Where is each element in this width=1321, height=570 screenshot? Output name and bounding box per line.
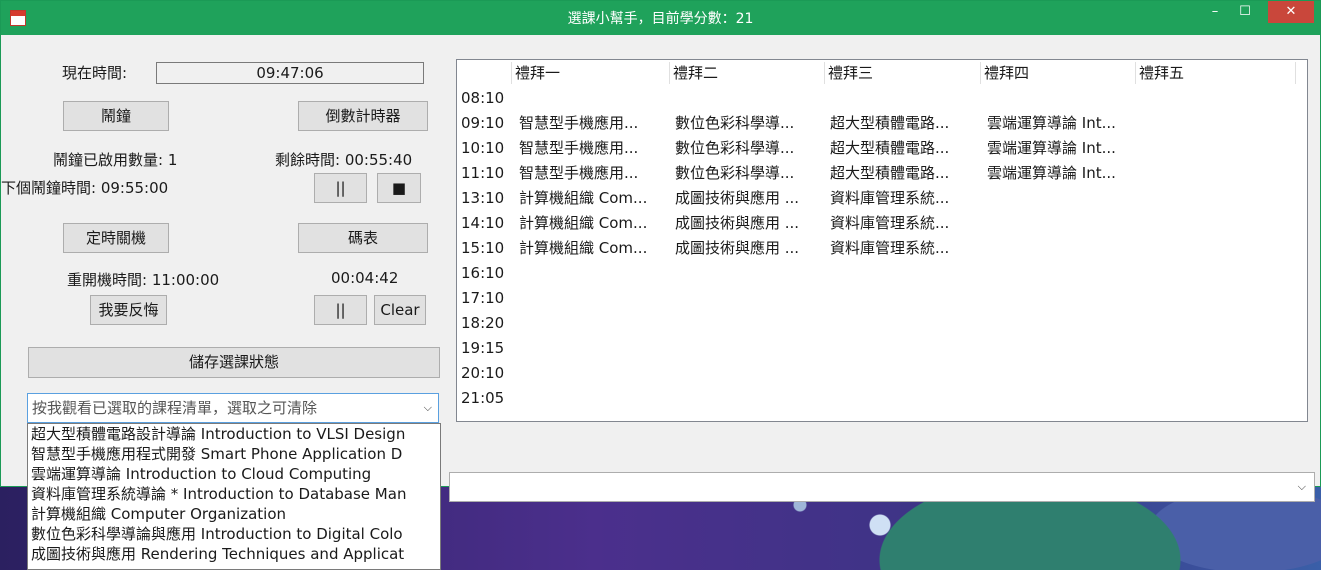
course-cell[interactable]: 數位色彩科學導...	[675, 136, 794, 161]
remaining-time-label: 剩餘時間: 00:55:40	[275, 151, 413, 169]
schedule-row[interactable]: 11:10 智慧型手機應用... 數位色彩科學導... 超大型積體電路... 雲端運算導…	[457, 161, 1307, 186]
close-button[interactable]: ✕	[1268, 1, 1314, 23]
stopwatch-button[interactable]: 碼表	[298, 223, 428, 253]
schedule-row[interactable]: 13:10 計算機組織 Com... 成圖技術與應用 ... 資料庫管理系統...	[457, 186, 1307, 211]
day-header-thu[interactable]: 禮拜四	[981, 62, 1136, 84]
countdown-timer-button[interactable]: 倒數計時器	[298, 101, 428, 131]
course-cell[interactable]: 超大型積體電路...	[830, 111, 949, 136]
stopwatch-pause-button[interactable]: ||	[314, 295, 367, 325]
course-cell[interactable]: 數位色彩科學導...	[675, 111, 794, 136]
window-title: 選課小幫手，目前學分數：21	[567, 11, 754, 27]
course-cell[interactable]: 智慧型手機應用...	[519, 111, 638, 136]
course-cell[interactable]: 資料庫管理系統...	[830, 211, 949, 236]
countdown-stop-button[interactable]: ■	[377, 173, 421, 203]
maximize-button[interactable]: ☐	[1232, 1, 1258, 23]
row-time-label: 13:10	[461, 189, 505, 207]
alarm-button[interactable]: 鬧鐘	[63, 101, 169, 131]
stopwatch-value: 00:04:42	[331, 269, 399, 287]
current-time-label: 現在時間:	[62, 64, 128, 82]
row-time-label: 19:15	[461, 339, 505, 357]
course-list-item[interactable]: 計算機組織 Computer Organization	[28, 504, 440, 524]
course-cell[interactable]: 雲端運算導論 Int...	[987, 136, 1116, 161]
row-time-label: 11:10	[461, 164, 505, 182]
scheduled-shutdown-button[interactable]: 定時關機	[63, 223, 169, 253]
row-time-label: 20:10	[461, 364, 505, 382]
row-time-label: 16:10	[461, 264, 505, 282]
course-cell[interactable]: 成圖技術與應用 ...	[675, 236, 799, 261]
day-header-mon[interactable]: 禮拜一	[512, 62, 670, 84]
current-time-display: 09:47:06	[156, 62, 424, 84]
course-list-item[interactable]: 智慧型手機應用程式開發 Smart Phone Application D	[28, 444, 440, 464]
bottom-course-dropdown[interactable]: ⌵	[449, 472, 1315, 502]
course-list-item[interactable]: 數位色彩科學導論與應用 Introduction to Digital Colo	[28, 524, 440, 544]
selected-courses-list[interactable]: 超大型積體電路設計導論 Introduction to VLSI Design 智…	[27, 423, 441, 570]
clear-button[interactable]: Clear	[374, 295, 426, 325]
chevron-down-icon: ⌵	[423, 401, 432, 414]
regret-button[interactable]: 我要反悔	[90, 295, 167, 325]
row-time-label: 09:10	[461, 114, 505, 132]
course-cell[interactable]: 計算機組織 Com...	[519, 186, 647, 211]
row-time-label: 08:10	[461, 89, 505, 107]
schedule-row[interactable]: 08:10	[457, 86, 1307, 111]
save-selection-button[interactable]: 儲存選課狀態	[28, 347, 440, 378]
course-cell[interactable]: 資料庫管理系統...	[830, 186, 949, 211]
schedule-row[interactable]: 17:10	[457, 286, 1307, 311]
row-time-label: 15:10	[461, 239, 505, 257]
course-list-item[interactable]: 雲端運算導論 Introduction to Cloud Computing	[28, 464, 440, 484]
restart-time-label: 重開機時間: 11:00:00	[67, 271, 220, 289]
minimize-button[interactable]: –	[1202, 1, 1228, 23]
schedule-grid[interactable]: 禮拜一 禮拜二 禮拜三 禮拜四 禮拜五 08:10 09:10 智慧型手機應用...…	[456, 59, 1308, 422]
course-list-item[interactable]: 超大型積體電路設計導論 Introduction to VLSI Design	[28, 424, 440, 444]
course-cell[interactable]: 數位色彩科學導...	[675, 161, 794, 186]
row-time-label: 10:10	[461, 139, 505, 157]
schedule-row[interactable]: 10:10 智慧型手機應用... 數位色彩科學導... 超大型積體電路... 雲端運算導…	[457, 136, 1307, 161]
day-header-tue[interactable]: 禮拜二	[670, 62, 825, 84]
course-cell[interactable]: 計算機組織 Com...	[519, 211, 647, 236]
countdown-pause-button[interactable]: ||	[314, 173, 367, 203]
course-cell[interactable]: 雲端運算導論 Int...	[987, 161, 1116, 186]
course-cell[interactable]: 智慧型手機應用...	[519, 136, 638, 161]
course-list-item[interactable]: 成圖技術與應用 Rendering Techniques and Applica…	[28, 544, 440, 564]
selected-courses-combo[interactable]: 按我觀看已選取的課程清單，選取之可清除 ⌵	[27, 393, 439, 423]
course-cell[interactable]: 超大型積體電路...	[830, 161, 949, 186]
title-bar[interactable]: 選課小幫手，目前學分數：21 – ☐ ✕	[1, 1, 1320, 35]
schedule-row[interactable]: 21:05	[457, 386, 1307, 411]
grid-corner-header	[457, 62, 512, 84]
schedule-row[interactable]: 20:10	[457, 361, 1307, 386]
day-header-fri[interactable]: 禮拜五	[1136, 62, 1296, 84]
row-time-label: 18:20	[461, 314, 505, 332]
alarm-count-label: 鬧鐘已啟用數量: 1	[53, 151, 178, 169]
course-cell[interactable]: 成圖技術與應用 ...	[675, 186, 799, 211]
row-time-label: 17:10	[461, 289, 505, 307]
chevron-down-icon: ⌵	[1297, 480, 1306, 493]
course-cell[interactable]: 雲端運算導論 Int...	[987, 111, 1116, 136]
course-cell[interactable]: 資料庫管理系統...	[830, 236, 949, 261]
schedule-row[interactable]: 09:10 智慧型手機應用... 數位色彩科學導... 超大型積體電路... 雲端運算導…	[457, 111, 1307, 136]
schedule-row[interactable]: 14:10 計算機組織 Com... 成圖技術與應用 ... 資料庫管理系統...	[457, 211, 1307, 236]
schedule-row[interactable]: 18:20	[457, 311, 1307, 336]
day-header-wed[interactable]: 禮拜三	[825, 62, 981, 84]
schedule-row[interactable]: 15:10 計算機組織 Com... 成圖技術與應用 ... 資料庫管理系統...	[457, 236, 1307, 261]
course-cell[interactable]: 智慧型手機應用...	[519, 161, 638, 186]
course-cell[interactable]: 計算機組織 Com...	[519, 236, 647, 261]
schedule-row[interactable]: 16:10	[457, 261, 1307, 286]
course-list-item[interactable]: 資料庫管理系統導論 * Introduction to Database Man	[28, 484, 440, 504]
course-cell[interactable]: 超大型積體電路...	[830, 136, 949, 161]
combo-placeholder: 按我觀看已選取的課程清單，選取之可清除	[32, 399, 318, 417]
next-alarm-label: 下個鬧鐘時間: 09:55:00	[1, 179, 169, 197]
schedule-row[interactable]: 19:15	[457, 336, 1307, 361]
row-time-label: 21:05	[461, 389, 505, 407]
course-cell[interactable]: 成圖技術與應用 ...	[675, 211, 799, 236]
row-time-label: 14:10	[461, 214, 505, 232]
